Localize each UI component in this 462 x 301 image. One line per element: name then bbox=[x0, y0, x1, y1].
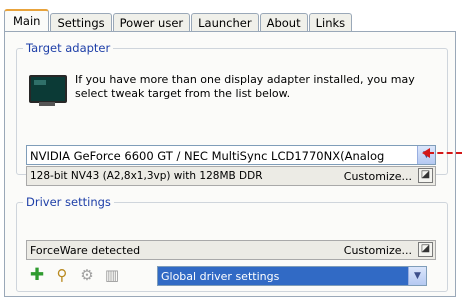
tab-settings[interactable]: Settings bbox=[50, 13, 112, 32]
profile-select[interactable]: Global driver settings ▼ bbox=[157, 266, 427, 286]
tweak-icon[interactable]: ◪ bbox=[418, 168, 433, 183]
add-icon[interactable]: ✚ bbox=[28, 266, 46, 284]
tab-launcher[interactable]: Launcher bbox=[191, 13, 259, 32]
search-icon[interactable]: ⚲ bbox=[53, 266, 71, 284]
target-adapter-group: Target adapter If you have more than one… bbox=[16, 41, 448, 186]
tweak-icon[interactable]: ◪ bbox=[418, 242, 433, 257]
adapter-select[interactable]: NVIDIA GeForce 6600 GT / NEC MultiSync L… bbox=[26, 145, 436, 165]
adapter-info: 128-bit NV43 (A2,8x1,3vp) with 128MB DDR… bbox=[26, 166, 436, 186]
annotation-arrow bbox=[428, 152, 462, 156]
profile-toolbar: ✚ ⚲ ⚙ ▥ bbox=[28, 266, 121, 284]
adapter-select-value: NVIDIA GeForce 6600 GT / NEC MultiSync L… bbox=[30, 149, 385, 163]
driver-settings-group: Driver settings ForceWare detected Custo… bbox=[16, 195, 448, 292]
profile-select-value: Global driver settings bbox=[161, 270, 280, 283]
driver-settings-legend: Driver settings bbox=[26, 195, 111, 209]
adapter-info-text: 128-bit NV43 (A2,8x1,3vp) with 128MB DDR bbox=[30, 170, 263, 182]
target-adapter-legend: Target adapter bbox=[26, 41, 111, 55]
tab-main[interactable]: Main bbox=[4, 9, 50, 32]
main-panel: Target adapter If you have more than one… bbox=[4, 31, 456, 297]
target-adapter-description: If you have more than one display adapte… bbox=[75, 73, 415, 100]
tab-about[interactable]: About bbox=[259, 13, 308, 32]
driver-info-text: ForceWare detected bbox=[30, 244, 141, 257]
tab-power-user[interactable]: Power user bbox=[112, 13, 191, 32]
adapter-customize-label: Customize... bbox=[343, 170, 412, 183]
monitor-icon bbox=[29, 75, 67, 107]
tab-links[interactable]: Links bbox=[308, 13, 353, 32]
tab-strip: Main Settings Power user Launcher About … bbox=[4, 9, 353, 32]
trash-icon[interactable]: ▥ bbox=[103, 266, 121, 284]
driver-info: ForceWare detected Customize... ◪ bbox=[26, 240, 436, 260]
gear-icon[interactable]: ⚙ bbox=[78, 266, 96, 284]
driver-customize-label: Customize... bbox=[343, 244, 412, 257]
chevron-down-icon[interactable]: ▼ bbox=[408, 267, 426, 285]
